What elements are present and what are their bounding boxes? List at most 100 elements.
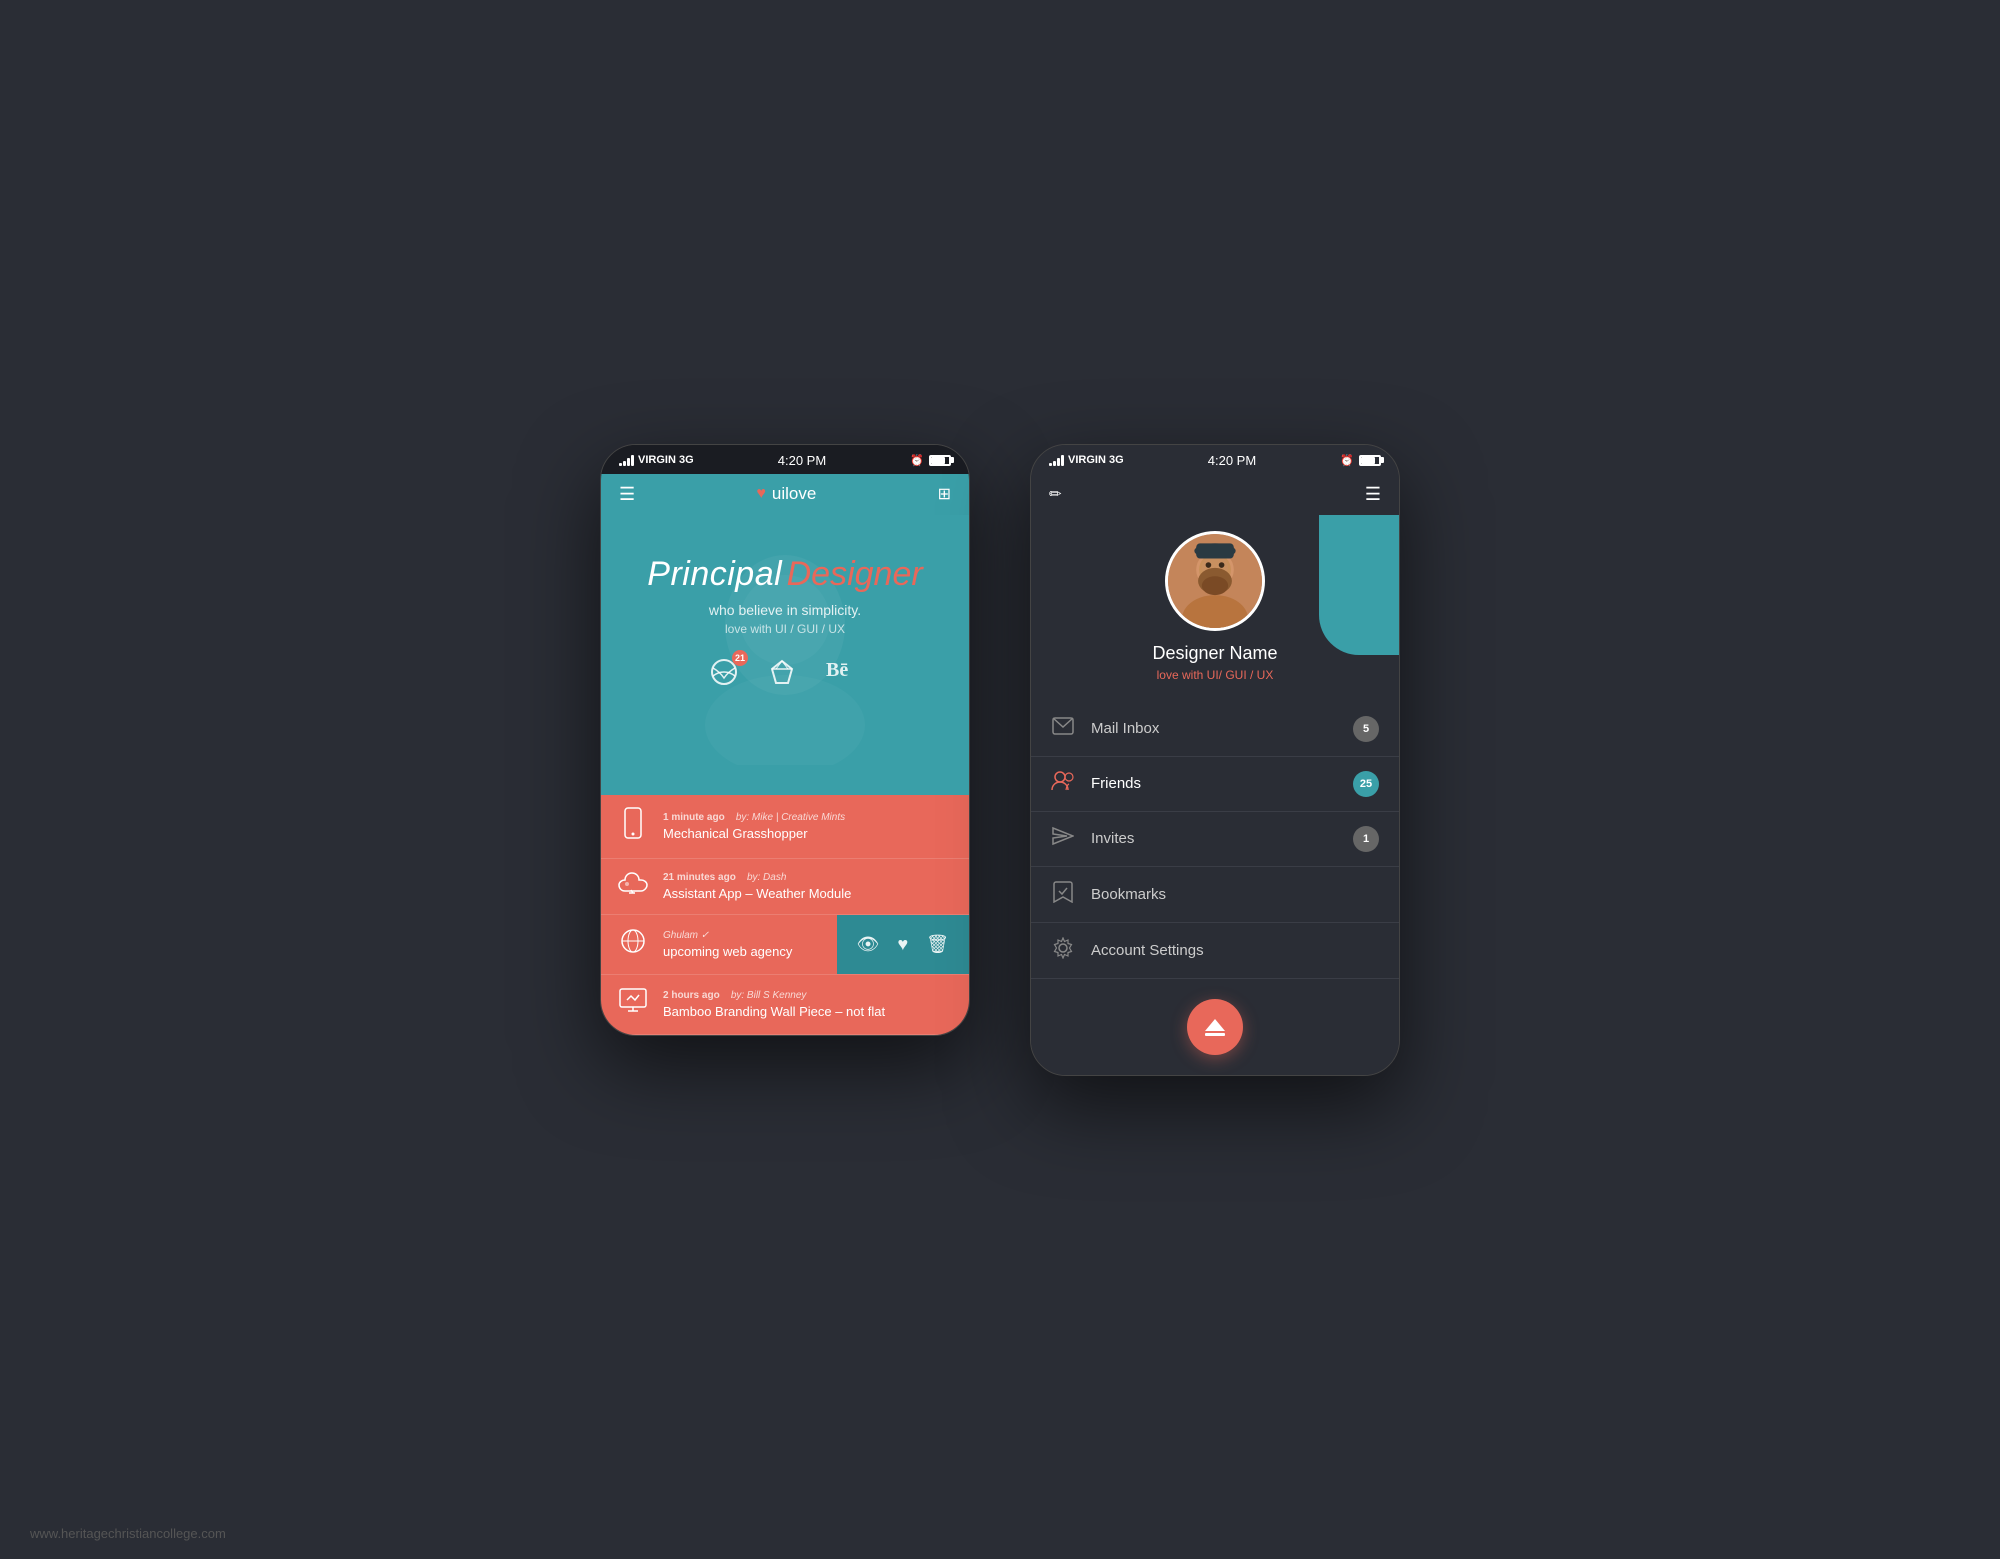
bookmarks-icon-svg — [1053, 881, 1073, 903]
hero-text: Principal Designer who believe in simpli… — [619, 535, 951, 636]
status-bar-phone2: VIRGIN 3G 4:20 PM ⏰ — [1031, 445, 1399, 474]
eject-button[interactable] — [1187, 999, 1243, 1055]
app-logo: ♥ uilove — [756, 484, 816, 504]
feed-time-2: 21 minutes ago — [663, 872, 736, 883]
hero-subtitle: who believe in simplicity. — [619, 602, 951, 618]
feed-content-4: 2 hours ago by: Bill S Kenney Bamboo Bra… — [663, 990, 885, 1019]
profile-section: Designer Name love with UI/ GUI / UX — [1031, 515, 1399, 702]
briefcase-icon[interactable]: ⊞ — [938, 484, 951, 504]
feed-meta-3: Ghulam ✓ — [663, 930, 792, 941]
status-bar-phone1: VIRGIN 3G 4:20 PM ⏰ — [601, 445, 969, 474]
cloud-icon-svg — [617, 871, 649, 895]
status-left-phone2: VIRGIN 3G — [1049, 454, 1124, 466]
hamburger-icon-phone2[interactable]: ☰ — [1365, 484, 1381, 505]
svg-text:Bē: Bē — [826, 659, 848, 680]
hero-title-main: Principal — [647, 555, 782, 593]
menu-label-friends: Friends — [1091, 775, 1337, 792]
settings-icon — [1051, 937, 1075, 964]
profile-name: Designer Name — [1152, 643, 1277, 664]
feed-content-3: Ghulam ✓ upcoming web agency — [663, 930, 792, 959]
menu-item-mail[interactable]: Mail Inbox 5 — [1031, 702, 1399, 757]
carrier-phone2: VIRGIN 3G — [1068, 454, 1124, 466]
feed-item-1[interactable]: 1 minute ago by: Mike | Creative Mints M… — [601, 795, 969, 859]
feed-item-4[interactable]: 2 hours ago by: Bill S Kenney Bamboo Bra… — [601, 975, 969, 1035]
behance-icon[interactable]: Bē — [826, 658, 860, 692]
feed-icon-globe — [617, 927, 649, 962]
dribbble-icon[interactable]: 21 — [710, 658, 738, 692]
status-left-phone1: VIRGIN 3G — [619, 454, 694, 466]
hero-tagline: love with UI / GUI / UX — [619, 622, 951, 636]
feed-title-2: Assistant App – Weather Module — [663, 886, 851, 901]
phone-icon-svg — [622, 807, 644, 839]
sketch-svg — [768, 658, 796, 686]
view-action-btn[interactable]: 👁 — [857, 934, 880, 955]
menu-badge-mail: 5 — [1353, 716, 1379, 742]
menu-label-invites: Invites — [1091, 830, 1337, 847]
alarm-icon-phone2: ⏰ — [1340, 454, 1354, 467]
phones-container: VIRGIN 3G 4:20 PM ⏰ ☰ ♥ uilove ⊞ — [600, 444, 1400, 1076]
heart-icon: ♥ — [756, 485, 766, 503]
feed-time-4: 2 hours ago — [663, 990, 720, 1001]
feed-meta-2: 21 minutes ago by: Dash — [663, 872, 851, 883]
profile-avatar — [1165, 531, 1265, 631]
feed-swipe-actions: 👁 ♥ 🗑 — [837, 915, 969, 974]
menu-list: Mail Inbox 5 Friends 25 — [1031, 702, 1399, 979]
menu-item-settings[interactable]: Account Settings — [1031, 923, 1399, 979]
delete-action-btn[interactable]: 🗑 — [926, 934, 949, 955]
logo-text: uilove — [772, 484, 816, 504]
feed-icon-monitor — [617, 987, 649, 1022]
feed-meta-4: 2 hours ago by: Bill S Kenney — [663, 990, 885, 1001]
feed-author-2: by: Dash — [747, 872, 786, 883]
dribbble-badge: 21 — [732, 650, 748, 666]
menu-label-settings: Account Settings — [1091, 942, 1379, 959]
feed-item-2[interactable]: 21 minutes ago by: Dash Assistant App – … — [601, 859, 969, 915]
feed-icon-phone — [617, 807, 649, 846]
time-phone2: 4:20 PM — [1208, 453, 1256, 468]
menu-badge-invites: 1 — [1353, 826, 1379, 852]
feed-icon-cloud — [617, 871, 649, 902]
app-header-phone1: ☰ ♥ uilove ⊞ — [601, 474, 969, 515]
hero-title: Principal Designer — [619, 555, 951, 594]
hamburger-icon[interactable]: ☰ — [619, 484, 635, 505]
menu-item-bookmarks[interactable]: Bookmarks — [1031, 867, 1399, 923]
profile-bg-teal — [1319, 515, 1399, 655]
feed-content-1: 1 minute ago by: Mike | Creative Mints M… — [663, 812, 845, 841]
like-action-btn[interactable]: ♥ — [897, 934, 908, 955]
friends-icon-svg — [1051, 771, 1075, 791]
phone2-footer — [1031, 979, 1399, 1075]
feed-content-2: 21 minutes ago by: Dash Assistant App – … — [663, 872, 851, 901]
feed-author-1: by: Mike | Creative Mints — [736, 812, 845, 823]
behance-svg: Bē — [826, 658, 860, 680]
time-phone1: 4:20 PM — [778, 453, 826, 468]
feed-title-4: Bamboo Branding Wall Piece – not flat — [663, 1004, 885, 1019]
globe-icon-svg — [619, 927, 647, 955]
watermark: www.heritagechristiancollege.com — [30, 1526, 226, 1541]
invites-icon-svg — [1052, 826, 1074, 846]
menu-label-bookmarks: Bookmarks — [1091, 886, 1379, 903]
phone1: VIRGIN 3G 4:20 PM ⏰ ☰ ♥ uilove ⊞ — [600, 444, 970, 1036]
hero-section: Principal Designer who believe in simpli… — [601, 515, 969, 795]
signal-bars-phone1 — [619, 454, 634, 466]
avatar-svg — [1168, 534, 1262, 628]
carrier-phone1: VIRGIN 3G — [638, 454, 694, 466]
profile-tagline: love with UI/ GUI / UX — [1157, 668, 1274, 682]
edit-icon[interactable]: ✏ — [1049, 485, 1062, 503]
bookmarks-icon — [1051, 881, 1075, 908]
alarm-icon-phone1: ⏰ — [910, 454, 924, 467]
monitor-icon-svg — [618, 987, 648, 1015]
battery-phone2 — [1359, 455, 1381, 466]
feed-title-1: Mechanical Grasshopper — [663, 826, 845, 841]
menu-item-invites[interactable]: Invites 1 — [1031, 812, 1399, 867]
menu-label-mail: Mail Inbox — [1091, 720, 1337, 737]
feed-author-3: Ghulam ✓ — [663, 930, 709, 941]
feed-list: 1 minute ago by: Mike | Creative Mints M… — [601, 795, 969, 1035]
sketch-icon[interactable] — [768, 658, 796, 692]
feed-item-3[interactable]: Ghulam ✓ upcoming web agency 👁 ♥ 🗑 — [601, 915, 969, 975]
menu-item-friends[interactable]: Friends 25 — [1031, 757, 1399, 812]
phone2-header: ✏ ☰ — [1031, 474, 1399, 515]
settings-icon-svg — [1052, 937, 1074, 959]
feed-meta-1: 1 minute ago by: Mike | Creative Mints — [663, 812, 845, 823]
friends-icon — [1051, 771, 1075, 796]
mail-icon-svg — [1052, 717, 1074, 735]
signal-bars-phone2 — [1049, 454, 1064, 466]
